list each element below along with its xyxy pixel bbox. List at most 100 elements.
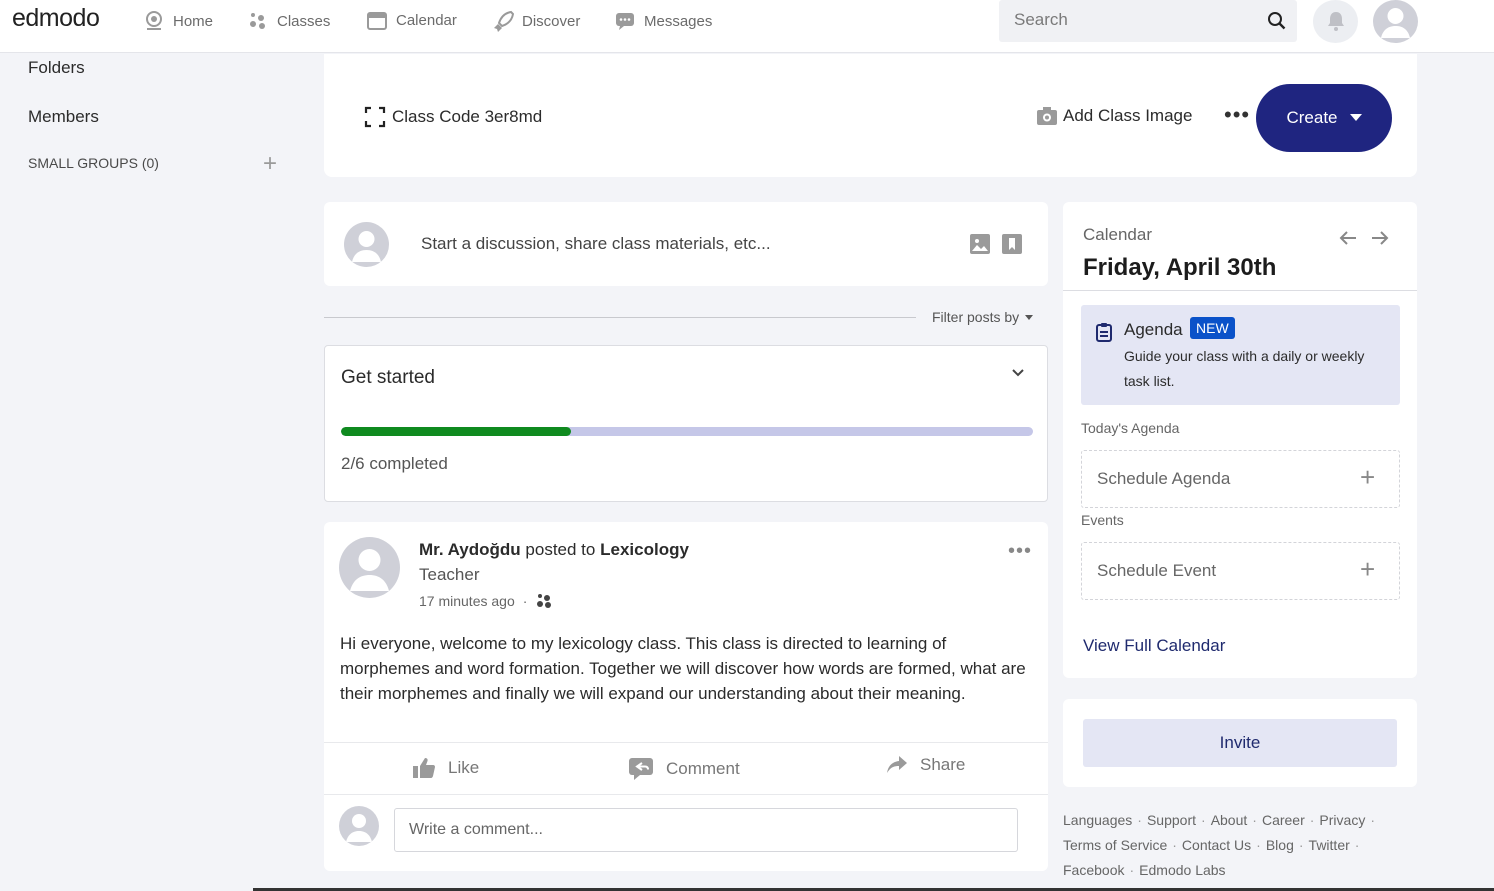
footer-link[interactable]: Career <box>1262 812 1305 828</box>
nav-home[interactable]: Home <box>143 9 213 33</box>
get-started-card: Get started 2/6 completed <box>324 345 1048 502</box>
nav-discover-label: Discover <box>522 12 581 30</box>
footer-separator: · <box>1201 812 1206 828</box>
footer-link[interactable]: Edmodo Labs <box>1139 862 1225 878</box>
avatar-icon <box>346 814 372 842</box>
meta-separator: · <box>522 593 528 609</box>
schedule-event-button[interactable]: Schedule Event + <box>1081 542 1400 600</box>
create-label: Create <box>1286 108 1338 127</box>
notifications-button[interactable] <box>1313 0 1358 43</box>
search-placeholder: Search <box>1014 10 1068 29</box>
invite-button[interactable]: Invite <box>1083 719 1397 767</box>
more-options-icon[interactable]: ••• <box>1224 104 1250 126</box>
post-options-icon[interactable]: ••• <box>1008 541 1032 561</box>
classes-icon <box>537 594 552 608</box>
composer-placeholder: Start a discussion, share class material… <box>421 234 771 253</box>
share-icon <box>887 756 907 773</box>
footer-links: Languages · Support · About · Career · Privacy · … <box>1063 808 1403 883</box>
schedule-event-label: Schedule Event <box>1097 561 1217 580</box>
scan-frame-icon <box>364 106 386 128</box>
camera-icon <box>1037 107 1057 125</box>
footer-link[interactable]: Terms of Service <box>1063 837 1167 853</box>
footer-separator: · <box>1256 837 1261 853</box>
avatar-icon <box>1381 8 1410 38</box>
footer-separator: · <box>1370 812 1375 828</box>
nav-calendar[interactable]: Calendar <box>366 8 457 32</box>
post-composer[interactable]: Start a discussion, share class material… <box>324 202 1048 286</box>
plus-icon: + <box>1360 462 1376 492</box>
class-code[interactable]: Class Code 3er8md <box>364 106 542 128</box>
nav-classes-label: Classes <box>277 12 331 30</box>
footer-separator: · <box>1252 812 1257 828</box>
add-group-button[interactable]: + <box>263 152 277 176</box>
comment-input[interactable]: Write a comment... <box>394 808 1018 852</box>
user-avatar[interactable] <box>1373 0 1418 43</box>
agenda-title: Agenda <box>1124 320 1183 339</box>
avatar-icon <box>352 231 381 262</box>
add-class-image-label: Add Class Image <box>1063 106 1193 125</box>
post-timestamp[interactable]: 17 minutes ago <box>419 593 515 609</box>
comment-button[interactable]: Comment <box>628 757 740 781</box>
rocket-icon <box>494 10 514 32</box>
agenda-description: Guide your class with a daily or weekly … <box>1124 348 1365 389</box>
image-icon[interactable] <box>970 234 990 254</box>
arrow-left-icon[interactable] <box>1339 230 1357 246</box>
invite-card: Invite <box>1063 699 1417 787</box>
post-class-link[interactable]: Lexicology <box>600 540 689 559</box>
message-icon <box>616 13 634 30</box>
share-button[interactable]: Share <box>886 755 965 775</box>
agenda-promo[interactable]: Agenda NEW Guide your class with a daily… <box>1081 305 1400 405</box>
post-role: Teacher <box>419 565 480 584</box>
post-body: Hi everyone, welcome to my lexicology cl… <box>340 634 1026 703</box>
avatar[interactable] <box>339 537 400 598</box>
create-button[interactable]: Create <box>1256 84 1392 152</box>
today-agenda-label: Today's Agenda <box>1081 420 1180 436</box>
avatar <box>344 222 389 267</box>
nav-calendar-label: Calendar <box>396 11 457 29</box>
footer-link[interactable]: Languages <box>1063 812 1132 828</box>
footer-link[interactable]: About <box>1211 812 1248 828</box>
search-input[interactable]: Search <box>999 0 1297 42</box>
footer-link[interactable]: Privacy <box>1319 812 1365 828</box>
caret-down-icon <box>1349 114 1362 121</box>
bookmark-icon[interactable] <box>1002 234 1022 254</box>
footer-separator: · <box>1309 812 1315 828</box>
progress-bar <box>341 427 1033 436</box>
post-actions-bar: Like Comment Share <box>324 742 1048 795</box>
avatar-icon <box>350 549 389 591</box>
sidebar-small-groups[interactable]: SMALL GROUPS (0) <box>28 155 159 171</box>
footer-separator: · <box>1354 837 1360 853</box>
edmodo-logo[interactable]: edmodo <box>12 4 100 33</box>
footer-separator: · <box>1129 862 1135 878</box>
comment-icon <box>629 758 653 780</box>
search-icon[interactable] <box>1267 11 1287 31</box>
like-button[interactable]: Like <box>412 757 479 779</box>
arrow-right-icon[interactable] <box>1371 230 1389 246</box>
new-badge: NEW <box>1190 317 1235 339</box>
calendar-card: Calendar Friday, April 30th Agenda NEW G… <box>1063 202 1417 678</box>
sidebar-item-folders[interactable]: Folders <box>28 58 85 78</box>
top-navigation-bar: edmodo Home Classes Calendar Discover Me… <box>0 0 1494 53</box>
progress-count: 2/6 completed <box>341 454 448 473</box>
caret-down-icon <box>1025 315 1034 321</box>
sidebar-item-members[interactable]: Members <box>28 107 99 127</box>
post-author[interactable]: Mr. Aydoğdu <box>419 540 521 559</box>
schedule-agenda-button[interactable]: Schedule Agenda + <box>1081 450 1400 508</box>
nav-classes[interactable]: Classes <box>247 9 330 33</box>
class-header-card: Class Code 3er8md Add Class Image ••• Cr… <box>324 54 1417 177</box>
filter-posts-label: Filter posts by <box>932 309 1020 325</box>
progress-fill <box>341 427 572 436</box>
footer-link[interactable]: Facebook <box>1063 862 1124 878</box>
filter-posts-dropdown[interactable]: Filter posts by <box>932 309 1034 325</box>
footer-link[interactable]: Support <box>1147 812 1196 828</box>
footer-link[interactable]: Twitter <box>1309 837 1350 853</box>
view-full-calendar-link[interactable]: View Full Calendar <box>1083 636 1225 656</box>
footer-separator: · <box>1298 837 1304 853</box>
plus-icon: + <box>1360 554 1376 584</box>
footer-link[interactable]: Blog <box>1266 837 1294 853</box>
nav-messages[interactable]: Messages <box>614 9 712 33</box>
footer-link[interactable]: Contact Us <box>1182 837 1251 853</box>
nav-discover[interactable]: Discover <box>492 9 580 33</box>
add-class-image-button[interactable]: Add Class Image <box>1036 106 1192 126</box>
chevron-down-icon[interactable] <box>1011 368 1025 378</box>
